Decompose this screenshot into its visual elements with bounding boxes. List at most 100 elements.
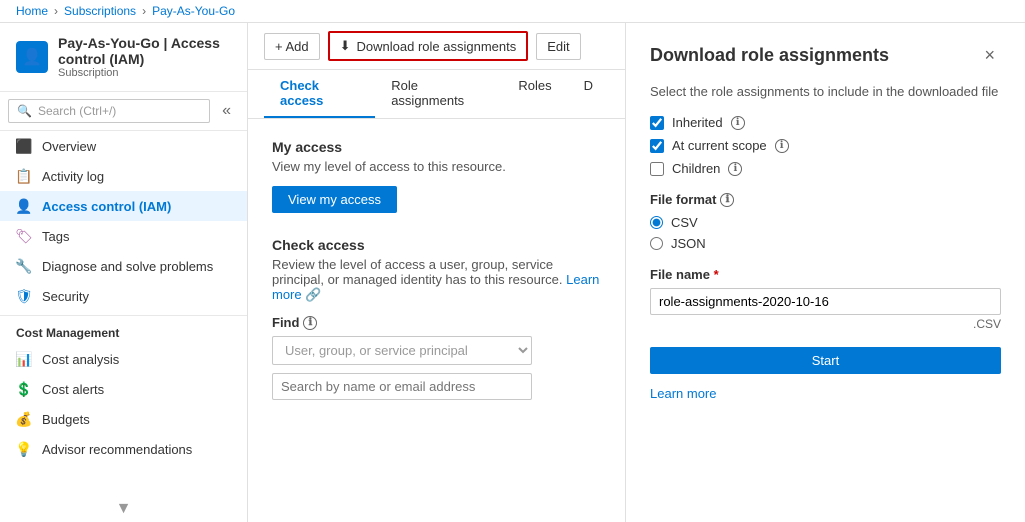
- json-label: JSON: [671, 236, 706, 251]
- filename-extension: .CSV: [650, 317, 1001, 331]
- panel-header: Download role assignments ×: [650, 43, 1001, 68]
- view-my-access-button[interactable]: View my access: [272, 186, 397, 213]
- access-control-icon: 👤: [16, 198, 32, 214]
- content-body: My access View my level of access to thi…: [248, 119, 625, 522]
- checkbox-group: Inherited ℹ At current scope ℹ Children …: [650, 115, 1001, 176]
- tab-roles[interactable]: Roles: [502, 70, 567, 118]
- breadcrumb-current[interactable]: Pay-As-You-Go: [152, 4, 235, 18]
- sidebar-item-overview[interactable]: ⬛ Overview: [0, 131, 247, 161]
- tab-deny[interactable]: D: [568, 70, 609, 118]
- current-scope-label: At current scope: [672, 138, 767, 153]
- sidebar-item-advisor[interactable]: 💡 Advisor recommendations: [0, 434, 247, 464]
- start-button[interactable]: Start: [650, 347, 1001, 374]
- filename-required: *: [714, 267, 719, 282]
- panel-close-button[interactable]: ×: [978, 43, 1001, 68]
- sidebar-item-budgets[interactable]: 💰 Budgets: [0, 404, 247, 434]
- sidebar-item-cost-alerts[interactable]: 💲 Cost alerts: [0, 374, 247, 404]
- diagnose-label: Diagnose and solve problems: [42, 259, 213, 274]
- cost-analysis-label: Cost analysis: [42, 352, 119, 367]
- sidebar-navigation: ⬛ Overview 📋 Activity log 👤 Access contr…: [0, 131, 247, 496]
- cost-management-section: Cost Management: [0, 315, 247, 344]
- inherited-label: Inherited: [672, 115, 723, 130]
- inherited-checkbox[interactable]: [650, 116, 664, 130]
- panel-title: Download role assignments: [650, 45, 889, 66]
- current-scope-checkbox[interactable]: [650, 139, 664, 153]
- breadcrumb: Home › Subscriptions › Pay-As-You-Go: [0, 0, 1025, 23]
- panel-learn-more[interactable]: Learn more: [650, 386, 1001, 401]
- filename-label: File name *: [650, 267, 1001, 282]
- check-access-section: Check access Review the level of access …: [272, 237, 601, 400]
- inherited-checkbox-item[interactable]: Inherited ℹ: [650, 115, 1001, 130]
- subscription-icon: 👤: [16, 41, 48, 73]
- file-format-section: File format ℹ CSV JSON: [650, 192, 1001, 251]
- json-radio-item[interactable]: JSON: [650, 236, 1001, 251]
- diagnose-icon: 🔧: [16, 258, 32, 274]
- sidebar-item-access-control[interactable]: 👤 Access control (IAM): [0, 191, 247, 221]
- sidebar-item-diagnose[interactable]: 🔧 Diagnose and solve problems: [0, 251, 247, 281]
- current-scope-info-icon: ℹ: [775, 139, 789, 153]
- csv-label: CSV: [671, 215, 698, 230]
- edit-button[interactable]: Edit: [536, 33, 580, 60]
- search-placeholder: Search (Ctrl+/): [38, 104, 116, 118]
- filename-input[interactable]: [650, 288, 1001, 315]
- search-box[interactable]: 🔍 Search (Ctrl+/): [8, 99, 210, 123]
- file-format-label: File format ℹ: [650, 192, 1001, 207]
- scroll-indicator: ▼: [0, 496, 247, 522]
- my-access-title: My access: [272, 139, 601, 155]
- sidebar-item-cost-analysis[interactable]: 📊 Cost analysis: [0, 344, 247, 374]
- tags-label: Tags: [42, 229, 69, 244]
- csv-radio[interactable]: [650, 216, 663, 229]
- sidebar-header: 👤 Pay-As-You-Go | Access control (IAM) S…: [0, 23, 247, 92]
- activity-log-icon: 📋: [16, 168, 32, 184]
- children-checkbox-item[interactable]: Children ℹ: [650, 161, 1001, 176]
- children-checkbox[interactable]: [650, 162, 664, 176]
- access-control-label: Access control (IAM): [42, 199, 171, 214]
- filename-input-row: [650, 288, 1001, 315]
- content-toolbar: + Add ⬇ Download role assignments Edit: [248, 23, 625, 70]
- right-panel: Download role assignments × Select the r…: [625, 23, 1025, 522]
- inherited-info-icon: ℹ: [731, 116, 745, 130]
- check-access-title: Check access: [272, 237, 601, 253]
- search-icon: 🔍: [17, 104, 32, 118]
- file-format-radio-group: CSV JSON: [650, 215, 1001, 251]
- security-icon: 🛡: [16, 288, 32, 304]
- json-radio[interactable]: [650, 237, 663, 250]
- panel-description: Select the role assignments to include i…: [650, 84, 1001, 99]
- cost-analysis-icon: 📊: [16, 351, 32, 367]
- my-access-section: My access View my level of access to thi…: [272, 139, 601, 213]
- current-scope-checkbox-item[interactable]: At current scope ℹ: [650, 138, 1001, 153]
- download-icon: ⬇: [340, 38, 351, 54]
- find-select[interactable]: User, group, or service principal: [272, 336, 532, 365]
- sidebar-item-security[interactable]: 🛡 Security: [0, 281, 247, 311]
- page-title: Pay-As-You-Go | Access control (IAM): [58, 35, 231, 67]
- content-tabs: Check access Role assignments Roles D: [248, 70, 625, 119]
- search-by-name-input[interactable]: [272, 373, 532, 400]
- budgets-label: Budgets: [42, 412, 90, 427]
- overview-icon: ⬛: [16, 138, 32, 154]
- filename-section: File name * .CSV: [650, 267, 1001, 331]
- find-info-icon: ℹ: [303, 316, 317, 330]
- find-label: Find ℹ: [272, 315, 601, 330]
- csv-radio-item[interactable]: CSV: [650, 215, 1001, 230]
- budgets-icon: 💰: [16, 411, 32, 427]
- download-role-assignments-button[interactable]: ⬇ Download role assignments: [328, 31, 529, 61]
- cost-alerts-icon: 💲: [16, 381, 32, 397]
- advisor-icon: 💡: [16, 441, 32, 457]
- check-access-description: Review the level of access a user, group…: [272, 257, 601, 303]
- content-area: + Add ⬇ Download role assignments Edit C…: [248, 23, 625, 522]
- tab-check-access[interactable]: Check access: [264, 70, 375, 118]
- sidebar-item-tags[interactable]: 🏷 Tags: [0, 221, 247, 251]
- tab-role-assignments[interactable]: Role assignments: [375, 70, 502, 118]
- tags-icon: 🏷: [16, 228, 32, 244]
- children-label: Children: [672, 161, 720, 176]
- my-access-description: View my level of access to this resource…: [272, 159, 601, 174]
- add-button[interactable]: + Add: [264, 33, 320, 60]
- sidebar: 👤 Pay-As-You-Go | Access control (IAM) S…: [0, 23, 248, 522]
- advisor-label: Advisor recommendations: [42, 442, 192, 457]
- sidebar-item-activity-log[interactable]: 📋 Activity log: [0, 161, 247, 191]
- collapse-button[interactable]: «: [214, 98, 239, 124]
- file-format-info-icon: ℹ: [720, 193, 734, 207]
- breadcrumb-home[interactable]: Home: [16, 4, 48, 18]
- security-label: Security: [42, 289, 89, 304]
- breadcrumb-subscriptions[interactable]: Subscriptions: [64, 4, 136, 18]
